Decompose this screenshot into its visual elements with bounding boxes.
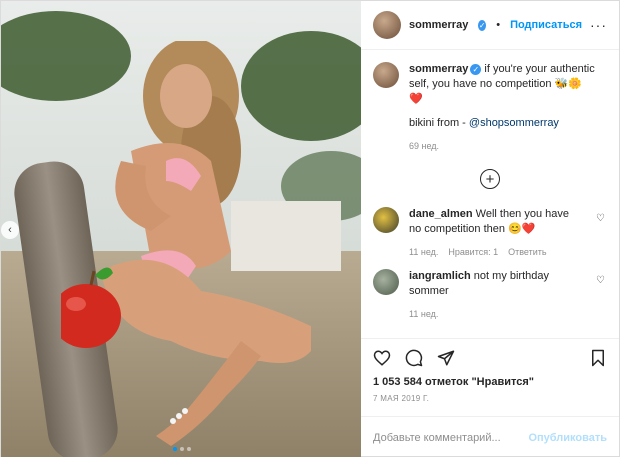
carousel-dot xyxy=(180,447,184,451)
heart-emoji: ❤️ xyxy=(409,93,423,105)
post-side-panel: sommerray ✓ • Подписаться ··· sommerray ✓… xyxy=(361,1,619,457)
comment-text: iangramlich not my birthday sommer xyxy=(409,269,579,299)
caption-line-2-prefix: bikini from - xyxy=(409,117,469,129)
post-actions xyxy=(361,338,619,376)
comment-time[interactable]: 11 нед. xyxy=(409,309,438,319)
caption-text: sommerray ✓ if you're your authentic self… xyxy=(409,62,607,107)
avatar[interactable] xyxy=(373,207,399,233)
header-username[interactable]: sommerray xyxy=(409,19,468,31)
comment-text: dane_almen Well then you have no competi… xyxy=(409,207,579,237)
publish-button[interactable]: Опубликовать xyxy=(528,432,607,444)
verified-badge-icon: ✓ xyxy=(470,64,482,75)
photo-person xyxy=(61,41,311,446)
caption: sommerray ✓ if you're your authentic self… xyxy=(373,62,607,151)
comment-username[interactable]: iangramlich xyxy=(409,270,471,282)
heart-icon[interactable]: ♡ xyxy=(596,213,605,224)
post-header: sommerray ✓ • Подписаться ··· xyxy=(361,1,619,50)
comment-input[interactable] xyxy=(373,431,529,444)
shop-link[interactable]: @shopsommerray xyxy=(469,117,559,129)
comment-actions: 11 нед. xyxy=(409,309,579,319)
avatar[interactable] xyxy=(373,62,399,88)
carousel-dot xyxy=(187,447,191,451)
caption-time[interactable]: 69 нед. xyxy=(409,141,607,151)
comment-likes[interactable]: Нравится: 1 xyxy=(448,247,498,257)
share-icon[interactable] xyxy=(437,349,455,367)
comments-list[interactable]: sommerray ✓ if you're your authentic self… xyxy=(361,50,619,338)
add-comment-bar: Опубликовать xyxy=(361,416,619,457)
follow-button[interactable]: Подписаться xyxy=(510,19,582,31)
chevron-left-icon[interactable]: ‹ xyxy=(1,221,19,239)
post-date[interactable]: 7 мая 2019 г. xyxy=(361,394,619,416)
carousel-dot xyxy=(173,447,177,451)
heart-icon[interactable]: ♡ xyxy=(596,275,605,286)
reply-button[interactable]: Ответить xyxy=(508,247,546,257)
list-item: dane_almen Well then you have no competi… xyxy=(373,207,607,257)
post-container: ‹ sommerray ✓ • Подписаться ··· sommerra… xyxy=(0,0,620,457)
list-item: iangramlich not my birthday sommer 11 не… xyxy=(373,269,607,319)
separator-dot: • xyxy=(496,19,501,31)
post-media[interactable]: ‹ xyxy=(1,1,361,457)
bookmark-icon[interactable] xyxy=(589,349,607,367)
avatar[interactable] xyxy=(373,269,399,295)
caption-username[interactable]: sommerray xyxy=(409,63,468,75)
bee-emoji: 🐝 xyxy=(554,78,569,90)
likes-count[interactable]: 1 053 584 отметок "Нравится" xyxy=(361,376,619,394)
carousel-dots xyxy=(173,447,191,451)
flower-emoji: 🌼 xyxy=(568,78,582,90)
load-more-comments: + xyxy=(373,169,607,189)
comment-username[interactable]: dane_almen xyxy=(409,208,473,220)
comment-icon[interactable] xyxy=(405,349,423,367)
heart-icon[interactable] xyxy=(373,349,391,367)
more-icon[interactable]: ··· xyxy=(590,17,607,33)
avatar[interactable] xyxy=(373,11,401,39)
plus-circle-icon[interactable]: + xyxy=(480,169,500,189)
caption-line-2: bikini from - @shopsommerray xyxy=(409,117,607,129)
verified-badge-icon: ✓ xyxy=(478,19,487,31)
comment-time[interactable]: 11 нед. xyxy=(409,247,438,257)
comment-actions: 11 нед. Нравится: 1 Ответить xyxy=(409,247,579,257)
